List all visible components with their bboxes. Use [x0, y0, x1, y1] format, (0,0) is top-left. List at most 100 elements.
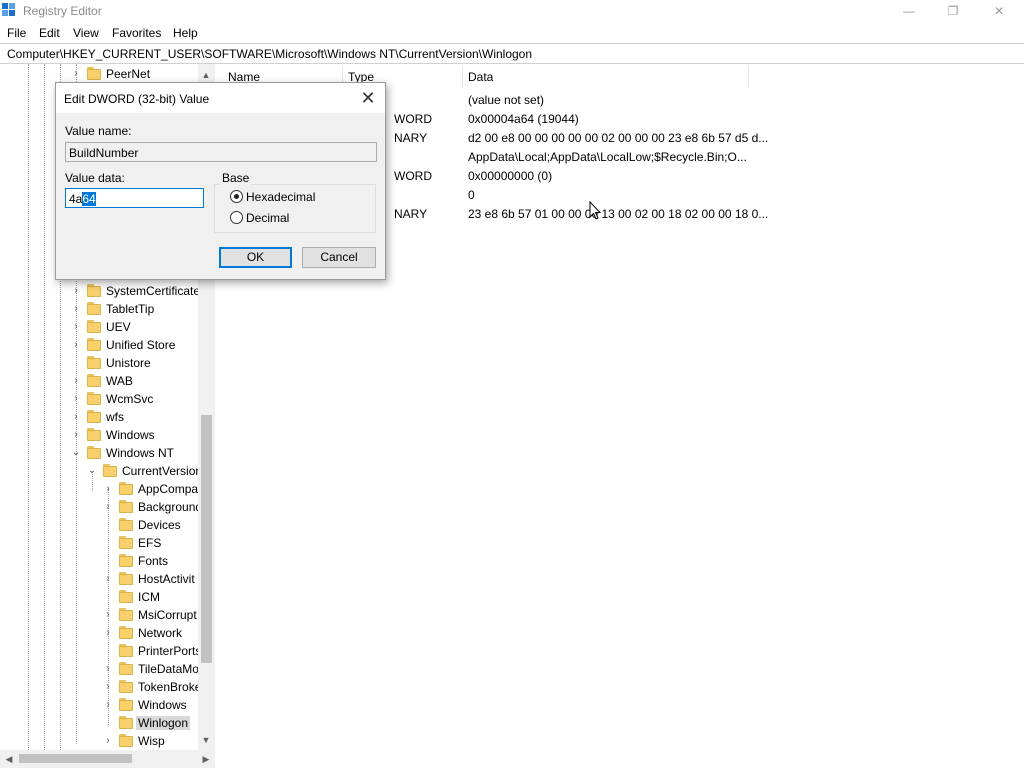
tree-item-label: WAB — [106, 374, 133, 388]
expand-chevron-icon[interactable]: › — [71, 339, 81, 351]
expand-chevron-icon[interactable]: › — [103, 483, 113, 495]
minimize-button[interactable]: — — [886, 0, 932, 23]
dialog-close-icon[interactable]: ✕ — [353, 85, 383, 111]
tree-item-label: wfs — [106, 410, 124, 424]
folder-icon — [119, 500, 133, 513]
tree-vertical-scroll-thumb[interactable] — [201, 415, 212, 663]
folder-icon — [87, 356, 101, 369]
tree-item[interactable]: › TabletTip — [0, 300, 198, 318]
tree-item[interactable]: › HostActivit — [0, 570, 198, 588]
expand-chevron-icon[interactable]: › — [71, 321, 81, 333]
folder-icon — [87, 302, 101, 315]
expand-chevron-icon[interactable]: › — [71, 429, 81, 441]
value-data-cell: 0x00004a64 (19044) — [468, 112, 579, 126]
folder-icon — [119, 734, 133, 747]
radio-selected-dot-icon — [234, 194, 239, 199]
tree-horizontal-scroll-thumb[interactable] — [19, 754, 132, 763]
folder-icon — [103, 464, 117, 477]
value-data-label: Value data: — [65, 171, 125, 185]
column-separator[interactable] — [748, 66, 749, 88]
folder-icon — [119, 536, 133, 549]
tree-item[interactable]: › Windows — [0, 426, 198, 444]
expand-chevron-icon[interactable]: › — [103, 627, 113, 639]
hexadecimal-radio[interactable] — [230, 190, 243, 203]
scroll-down-arrow-icon[interactable]: ▼ — [199, 733, 213, 747]
expand-chevron-icon[interactable]: › — [71, 393, 81, 405]
address-path[interactable]: Computer\HKEY_CURRENT_USER\SOFTWARE\Micr… — [7, 47, 532, 61]
tree-item[interactable]: › SystemCertificate — [0, 282, 200, 300]
tree-item[interactable]: Unistore — [0, 354, 198, 372]
folder-icon — [119, 680, 133, 693]
expand-chevron-icon[interactable]: › — [71, 285, 81, 297]
decimal-radio[interactable] — [230, 211, 243, 224]
menu-view[interactable]: View — [73, 26, 99, 40]
column-header-data[interactable]: Data — [468, 70, 493, 84]
tree-item[interactable]: › Background — [0, 498, 202, 516]
expand-chevron-icon[interactable]: › — [103, 663, 113, 675]
expand-chevron-icon[interactable]: › — [103, 735, 113, 747]
tree-item[interactable]: Winlogon — [0, 714, 198, 732]
tree-item[interactable]: ⌄ Windows NT — [0, 444, 198, 462]
expand-chevron-icon[interactable]: › — [103, 501, 113, 513]
expand-chevron-icon[interactable]: › — [71, 411, 81, 423]
expand-chevron-icon[interactable]: › — [71, 375, 81, 387]
folder-icon — [119, 698, 133, 711]
address-bar[interactable]: Computer\HKEY_CURRENT_USER\SOFTWARE\Micr… — [0, 43, 1024, 64]
tree-item[interactable]: EFS — [0, 534, 198, 552]
collapse-chevron-icon[interactable]: ⌄ — [87, 465, 97, 477]
tree-item-label: TabletTip — [106, 302, 155, 316]
cancel-button[interactable]: Cancel — [302, 247, 376, 268]
tree-item-label: UEV — [106, 320, 131, 334]
tree-item[interactable]: PrinterPorts — [0, 642, 201, 660]
tree-item[interactable]: › Network — [0, 624, 198, 642]
tree-item[interactable]: › MsiCorrupt — [0, 606, 198, 624]
expand-chevron-icon[interactable]: › — [71, 303, 81, 315]
tree-item[interactable]: › UEV — [0, 318, 198, 336]
menu-file[interactable]: File — [7, 26, 26, 40]
expand-chevron-icon[interactable]: › — [103, 681, 113, 693]
folder-icon — [87, 67, 101, 80]
ok-button[interactable]: OK — [219, 247, 292, 268]
tree-item-label: PeerNet — [106, 67, 151, 81]
folder-icon — [87, 392, 101, 405]
scroll-up-arrow-icon[interactable]: ▲ — [199, 68, 213, 82]
mouse-cursor-icon — [589, 201, 601, 220]
folder-icon — [119, 626, 133, 639]
tree-item-label: CurrentVersion — [122, 464, 203, 478]
expand-chevron-icon[interactable]: › — [103, 609, 113, 621]
tree-item-label: AppCompa — [138, 482, 199, 496]
tree-item[interactable]: › wfs — [0, 408, 198, 426]
tree-item[interactable]: Fonts — [0, 552, 198, 570]
tree-item-label: WcmSvc — [106, 392, 154, 406]
tree-item[interactable]: › Windows — [0, 696, 198, 714]
tree-item[interactable]: › Wisp — [0, 732, 198, 750]
menu-help[interactable]: Help — [173, 26, 198, 40]
tree-item[interactable]: ICM — [0, 588, 198, 606]
tree-item[interactable]: › WAB — [0, 372, 198, 390]
expand-chevron-icon[interactable]: › — [103, 699, 113, 711]
tree-item[interactable]: › AppCompa — [0, 480, 198, 498]
collapse-chevron-icon[interactable]: ⌄ — [71, 447, 81, 459]
tree-item[interactable]: Devices — [0, 516, 198, 534]
scroll-right-arrow-icon[interactable]: ▶ — [199, 752, 213, 766]
menu-favorites[interactable]: Favorites — [112, 26, 161, 40]
value-data-cell: 0 — [468, 188, 475, 202]
hexadecimal-label[interactable]: Hexadecimal — [246, 190, 315, 204]
menu-edit[interactable]: Edit — [39, 26, 60, 40]
restore-button[interactable]: ❐ — [930, 0, 976, 23]
tree-item[interactable]: › WcmSvc — [0, 390, 198, 408]
value-data-field[interactable]: 4a64 — [65, 188, 204, 208]
close-window-button[interactable]: ✕ — [976, 0, 1022, 23]
tree-item[interactable]: › TokenBroke — [0, 678, 202, 696]
column-separator[interactable] — [462, 66, 463, 88]
tree-item[interactable]: › PeerNet — [0, 65, 198, 83]
decimal-label[interactable]: Decimal — [246, 211, 289, 225]
scroll-left-arrow-icon[interactable]: ◀ — [2, 752, 16, 766]
tree-item[interactable]: ⌄ CurrentVersion — [0, 462, 202, 480]
tree-item[interactable]: › Unified Store — [0, 336, 198, 354]
tree-item[interactable]: › TileDataMo — [0, 660, 199, 678]
expand-chevron-icon[interactable]: › — [103, 573, 113, 585]
expand-chevron-icon[interactable]: › — [71, 68, 81, 80]
tree-item-label: TokenBroke — [138, 680, 202, 694]
folder-icon — [87, 320, 101, 333]
